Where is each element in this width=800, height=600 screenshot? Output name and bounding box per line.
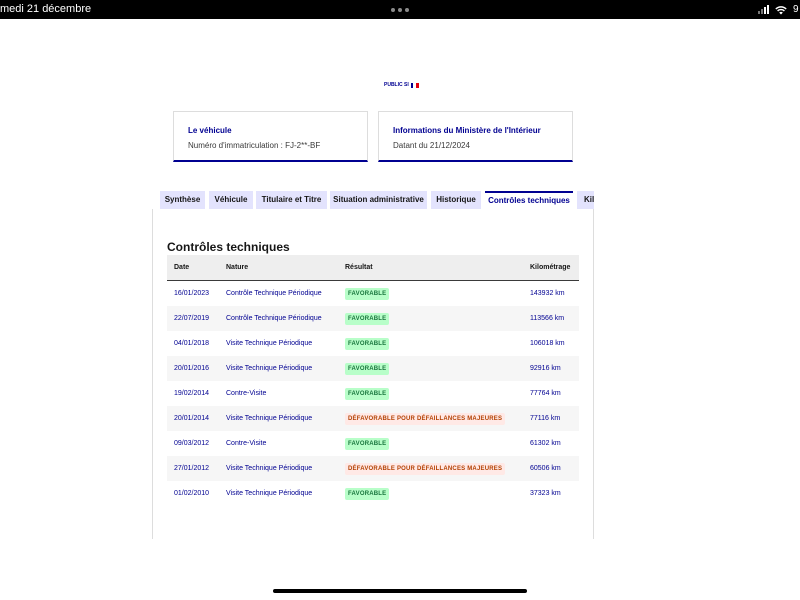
cell-nature: Visite Technique Périodique: [226, 490, 313, 497]
site-logo[interactable]: PUBLIC SI: [384, 82, 419, 88]
cell-result: FAVORABLE: [345, 313, 390, 325]
table-body: 16/01/2023 Contrôle Technique Périodique…: [167, 281, 579, 506]
cell-result: DÉFAVORABLE POUR DÉFAILLANCES MAJEURES: [345, 413, 506, 425]
cell-nature: Visite Technique Périodique: [226, 465, 313, 472]
section-title: Contrôles techniques: [167, 240, 290, 254]
tab-synthese[interactable]: Synthèse: [160, 191, 205, 209]
cellular-signal-icon: [758, 5, 769, 14]
cell-result: DÉFAVORABLE POUR DÉFAILLANCES MAJEURES: [345, 463, 506, 475]
cell-date: 04/01/2018: [174, 340, 210, 347]
cell-nature: Contre-Visite: [226, 390, 267, 397]
cell-mileage: 77116 km: [530, 415, 561, 422]
cell-mileage: 113566 km: [530, 315, 565, 322]
column-header-mileage[interactable]: Kilométrage: [530, 264, 570, 271]
tab-bar: Synthèse Véhicule Titulaire et Titre Sit…: [160, 191, 594, 209]
result-badge: FAVORABLE: [345, 388, 390, 400]
ministry-card-date: Datant du 21/12/2024: [393, 141, 470, 150]
battery-level: 9: [793, 4, 799, 15]
wifi-icon: [775, 5, 787, 14]
table-row: 20/01/2016 Visite Technique Périodique F…: [167, 356, 579, 381]
table-row: 01/02/2010 Visite Technique Périodique F…: [167, 481, 579, 506]
registration-number: Numéro d'immatriculation : FJ-2**-BF: [188, 141, 321, 150]
multitasking-dots-icon[interactable]: [391, 8, 409, 12]
cell-result: FAVORABLE: [345, 338, 390, 350]
column-header-nature[interactable]: Nature: [226, 264, 248, 271]
cell-date: 09/03/2012: [174, 440, 210, 447]
cell-mileage: 61302 km: [530, 440, 561, 447]
tab-titulaire-et-titre[interactable]: Titulaire et Titre: [256, 191, 327, 209]
cell-date: 20/01/2014: [174, 415, 210, 422]
cell-nature: Contre-Visite: [226, 440, 267, 447]
cell-mileage: 92916 km: [530, 365, 561, 372]
table-row: 09/03/2012 Contre-Visite FAVORABLE 61302…: [167, 431, 579, 456]
cell-mileage: 77764 km: [530, 390, 561, 397]
cell-date: 20/01/2016: [174, 365, 210, 372]
cell-result: FAVORABLE: [345, 363, 390, 375]
result-badge: FAVORABLE: [345, 288, 390, 300]
tab-historique[interactable]: Historique: [431, 191, 481, 209]
cell-result: FAVORABLE: [345, 438, 390, 450]
tab-controles-techniques[interactable]: Contrôles techniques: [485, 191, 573, 209]
table-row: 04/01/2018 Visite Technique Périodique F…: [167, 331, 579, 356]
result-badge: DÉFAVORABLE POUR DÉFAILLANCES MAJEURES: [345, 463, 506, 475]
table-row: 20/01/2014 Visite Technique Périodique D…: [167, 406, 579, 431]
cell-date: 27/01/2012: [174, 465, 210, 472]
cell-date: 19/02/2014: [174, 390, 210, 397]
cell-date: 16/01/2023: [174, 290, 210, 297]
status-bar: medi 21 décembre 9: [0, 0, 800, 19]
cell-nature: Contrôle Technique Périodique: [226, 315, 322, 322]
result-badge: FAVORABLE: [345, 438, 390, 450]
table-row: 27/01/2012 Visite Technique Périodique D…: [167, 456, 579, 481]
column-header-result[interactable]: Résultat: [345, 264, 373, 271]
logo-text: PUBLIC SI: [384, 82, 409, 88]
cell-nature: Visite Technique Périodique: [226, 340, 313, 347]
result-badge: FAVORABLE: [345, 363, 390, 375]
cell-result: FAVORABLE: [345, 488, 390, 500]
result-badge: FAVORABLE: [345, 488, 390, 500]
result-badge: DÉFAVORABLE POUR DÉFAILLANCES MAJEURES: [345, 413, 506, 425]
ministry-card-title: Informations du Ministère de l'Intérieur: [393, 126, 541, 135]
status-time-date: medi 21 décembre: [0, 3, 92, 15]
cell-nature: Visite Technique Périodique: [226, 415, 313, 422]
cell-mileage: 106018 km: [530, 340, 565, 347]
ministry-info-card: Informations du Ministère de l'Intérieur…: [378, 111, 573, 162]
cell-nature: Contrôle Technique Périodique: [226, 290, 322, 297]
tab-kilometrage[interactable]: Kil: [577, 191, 594, 209]
cell-mileage: 37323 km: [530, 490, 561, 497]
home-indicator[interactable]: [273, 589, 527, 593]
cell-date: 22/07/2019: [174, 315, 210, 322]
table-row: 22/07/2019 Contrôle Technique Périodique…: [167, 306, 579, 331]
result-badge: FAVORABLE: [345, 338, 390, 350]
vehicle-card: Le véhicule Numéro d'immatriculation : F…: [173, 111, 368, 162]
table-row: 16/01/2023 Contrôle Technique Périodique…: [167, 281, 579, 306]
cell-result: FAVORABLE: [345, 388, 390, 400]
inspections-table: Date Nature Résultat Kilométrage 16/01/2…: [167, 255, 579, 506]
table-header: Date Nature Résultat Kilométrage: [167, 255, 579, 281]
table-row: 19/02/2014 Contre-Visite FAVORABLE 77764…: [167, 381, 579, 406]
vehicle-card-title: Le véhicule: [188, 126, 232, 135]
cell-date: 01/02/2010: [174, 490, 210, 497]
status-indicators: 9: [758, 4, 800, 15]
result-badge: FAVORABLE: [345, 313, 390, 325]
tab-situation-administrative[interactable]: Situation administrative: [330, 191, 427, 209]
flag-icon: [410, 82, 419, 88]
column-header-date[interactable]: Date: [174, 264, 189, 271]
cell-mileage: 60506 km: [530, 465, 561, 472]
tab-vehicule[interactable]: Véhicule: [209, 191, 253, 209]
cell-nature: Visite Technique Périodique: [226, 365, 313, 372]
cell-result: FAVORABLE: [345, 288, 390, 300]
cell-mileage: 143932 km: [530, 290, 565, 297]
